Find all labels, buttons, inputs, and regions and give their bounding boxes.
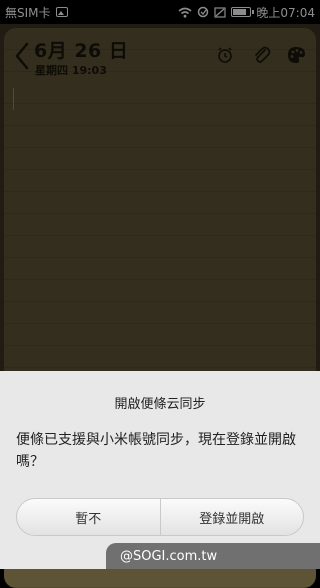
dialog-message: 便條已支援與小米帳號同步，現在登錄並開啟嗎？ — [16, 432, 296, 470]
dialog-button-bar: 暫不 登錄並開啟 — [16, 498, 304, 536]
watermark: @SOGI.com.tw — [106, 543, 320, 569]
dialog-title: 開啟便條云同步 — [114, 397, 206, 412]
login-enable-button[interactable]: 登錄並開啟 — [159, 499, 304, 535]
cancel-button[interactable]: 暫不 — [17, 499, 160, 535]
sync-dialog: 開啟便條云同步 便條已支援與小米帳號同步，現在登錄並開啟嗎？ 暫不 登錄並開啟 — [0, 371, 320, 569]
